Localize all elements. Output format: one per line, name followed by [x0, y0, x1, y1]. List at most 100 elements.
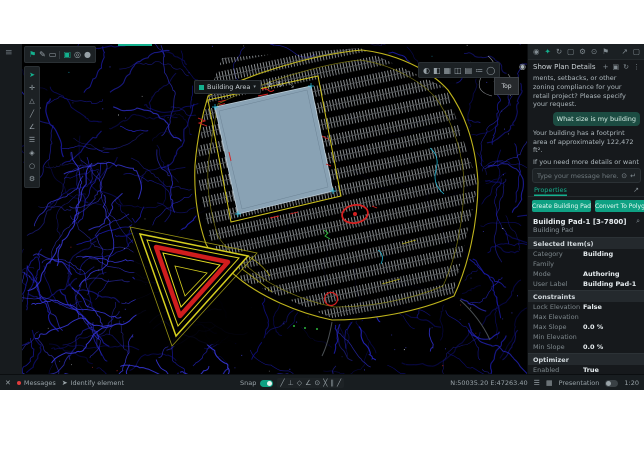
orbit-icon[interactable]: ◉ [519, 62, 526, 71]
identify-cursor-icon: ➤ [62, 379, 68, 387]
save-icon[interactable]: ▣ [613, 63, 620, 71]
plus-icon[interactable]: + [603, 63, 609, 71]
flag-tool-icon[interactable]: ⚑ [29, 49, 36, 60]
settings-tool-icon[interactable]: ⚙ [26, 175, 38, 183]
box-icon[interactable]: ▢ [567, 47, 574, 56]
prop-label: Enabled [533, 366, 583, 374]
gear-icon[interactable]: ⚙ [579, 47, 586, 56]
pin-icon[interactable]: ⊙ [591, 47, 597, 56]
wireframe-view-icon[interactable]: ◧ [433, 65, 441, 76]
toolbar-divider [59, 51, 60, 59]
rectangle-tool-icon[interactable]: ▭ [49, 49, 57, 60]
shape-tool-icon[interactable]: △ [26, 97, 38, 105]
identify-chip[interactable]: ➤ Identify element [62, 379, 124, 387]
snap-icon-row: ╱ ⊥ ◇ ∠ ⊙ ╳ ∥ ╱ [277, 378, 344, 388]
prop-value[interactable]: True [583, 366, 640, 374]
grid-view-icon[interactable]: ▦ [444, 65, 452, 76]
prop-value[interactable]: 0.0 % [583, 323, 640, 331]
prop-value[interactable] [583, 260, 640, 268]
snap-perpendicular-icon[interactable]: ⊥ [288, 379, 294, 387]
notification-badge [17, 381, 21, 385]
prop-value[interactable]: Authoring [583, 270, 640, 278]
assistant-message: ments, setbacks, or other zoning complia… [533, 74, 640, 109]
prop-value[interactable]: 0.0 % [583, 343, 640, 351]
view-cube[interactable]: Top [494, 77, 519, 95]
menu-icon[interactable]: ≡ [5, 48, 13, 58]
chevron-down-icon[interactable]: ▾ [253, 84, 256, 90]
circle-tool-icon[interactable]: ◎ [74, 49, 81, 60]
prop-value[interactable]: False [583, 303, 640, 311]
voice-icon[interactable]: ⊙ [621, 172, 627, 180]
snap-label: Snap [240, 379, 256, 387]
search-icon[interactable]: ⌕ [636, 217, 640, 226]
property-row: ModeAuthoring [528, 269, 644, 279]
tool-palette: ➤ ✛ △ ╱ ∠ ☰ ◈ ○ ⚙ [24, 66, 40, 188]
pencil-tool-icon[interactable]: ✎ [39, 49, 46, 60]
move-icon[interactable]: ✛ [266, 80, 273, 90]
chat-thread[interactable]: ments, setbacks, or other zoning complia… [528, 74, 644, 166]
prop-value[interactable] [583, 333, 640, 341]
list-view-icon[interactable]: ▤ [465, 65, 473, 76]
more-icon[interactable]: ⋮ [633, 63, 640, 71]
assistant-message: Your building has a footprint area of ap… [533, 129, 640, 155]
messages-chip[interactable]: Messages [17, 379, 56, 387]
section-constraints[interactable]: Constraints [528, 290, 644, 302]
selection-pill[interactable]: Building Area ▾ [194, 80, 261, 94]
snap-angle-icon[interactable]: ∠ [305, 379, 311, 387]
expand-icon[interactable]: ↗ [622, 47, 628, 56]
snap-intersection-icon[interactable]: ╳ [323, 379, 327, 387]
panel-header: Show Plan Details + ▣ ↻ ⋮ [528, 60, 644, 74]
cursor-coordinates: N:50035.20 E:47263.40 [450, 379, 527, 387]
rows-view-icon[interactable]: ≔ [475, 65, 483, 76]
cursor-tool-icon[interactable]: ➤ [26, 71, 38, 79]
send-icon[interactable]: ↵ [630, 172, 636, 180]
prop-label: Lock Elevation [533, 303, 583, 311]
presentation-toggle[interactable] [605, 380, 618, 387]
popout-icon[interactable]: ▢ [633, 47, 640, 56]
pan-tool-icon[interactable]: ✛ [26, 84, 38, 92]
measure-tool-icon[interactable]: ∠ [26, 123, 38, 131]
pad-tool-icon[interactable]: ▣ [63, 49, 71, 60]
cad-canvas[interactable]: ⚑ ✎ ▭ ▣ ◎ ● ➤ ✛ △ ╱ ∠ ☰ ◈ ○ ⚙ [22, 44, 527, 374]
refresh-icon[interactable]: ↻ [623, 63, 629, 71]
flag-icon[interactable]: ⚑ [602, 47, 609, 56]
selection-label: Building Area [207, 83, 250, 91]
line-tool-icon[interactable]: ╱ [26, 110, 38, 118]
person-icon[interactable]: ◉ [533, 47, 540, 56]
snap-midpoint-icon[interactable]: ◇ [297, 379, 302, 387]
snap-tangent-icon[interactable]: ╱ [337, 379, 341, 387]
layers-status-icon[interactable]: ☰ [534, 379, 540, 387]
fit-icon[interactable]: ⤡ [287, 80, 293, 90]
sphere-view-icon[interactable]: ◯ [486, 65, 495, 76]
layers-tool-icon[interactable]: ☰ [26, 136, 38, 144]
ring-tool-icon[interactable]: ○ [26, 162, 38, 170]
chat-tab-icon[interactable]: ✦ [545, 47, 551, 56]
view-cube-label: Top [501, 83, 511, 90]
snap-parallel-icon[interactable]: ∥ [330, 379, 334, 387]
snap-endpoint-icon[interactable]: ╱ [280, 379, 284, 387]
chat-input[interactable]: Type your message here... ⊙ ↵ [532, 168, 641, 183]
scale-indicator[interactable]: 1:20 [624, 379, 639, 387]
shaded-view-icon[interactable]: ◐ [423, 65, 430, 76]
prop-value[interactable] [583, 313, 640, 321]
snap-center-icon[interactable]: ⊙ [314, 379, 320, 387]
diamond-tool-icon[interactable]: ◈ [26, 149, 38, 157]
section-selected-items[interactable]: Selected Item(s) [528, 237, 644, 249]
prop-label: Mode [533, 270, 583, 278]
section-optimizer[interactable]: Optimizer [528, 353, 644, 365]
messages-label: Messages [24, 379, 56, 387]
dot-tool-icon[interactable]: ● [84, 49, 91, 60]
prop-value[interactable]: Building [583, 250, 640, 258]
grid-status-icon[interactable]: ▦ [546, 379, 553, 387]
convert-to-polygon-button[interactable]: Convert To Polygon [595, 200, 644, 212]
history-icon[interactable]: ↻ [556, 47, 562, 56]
expand-panel-icon[interactable]: ↗ [633, 186, 639, 194]
action-buttons: Create Building Pad Convert To Polygon [528, 197, 644, 215]
prop-value[interactable]: Building Pad-1 [583, 280, 640, 288]
rotate-icon[interactable]: ↻ [277, 80, 284, 90]
section-view-icon[interactable]: ◫ [454, 65, 462, 76]
assistant-message: If you need more details or want to see … [533, 158, 640, 166]
snap-toggle[interactable] [260, 380, 273, 387]
create-building-pad-button[interactable]: Create Building Pad [532, 200, 591, 212]
tab-properties[interactable]: Properties [534, 184, 567, 196]
